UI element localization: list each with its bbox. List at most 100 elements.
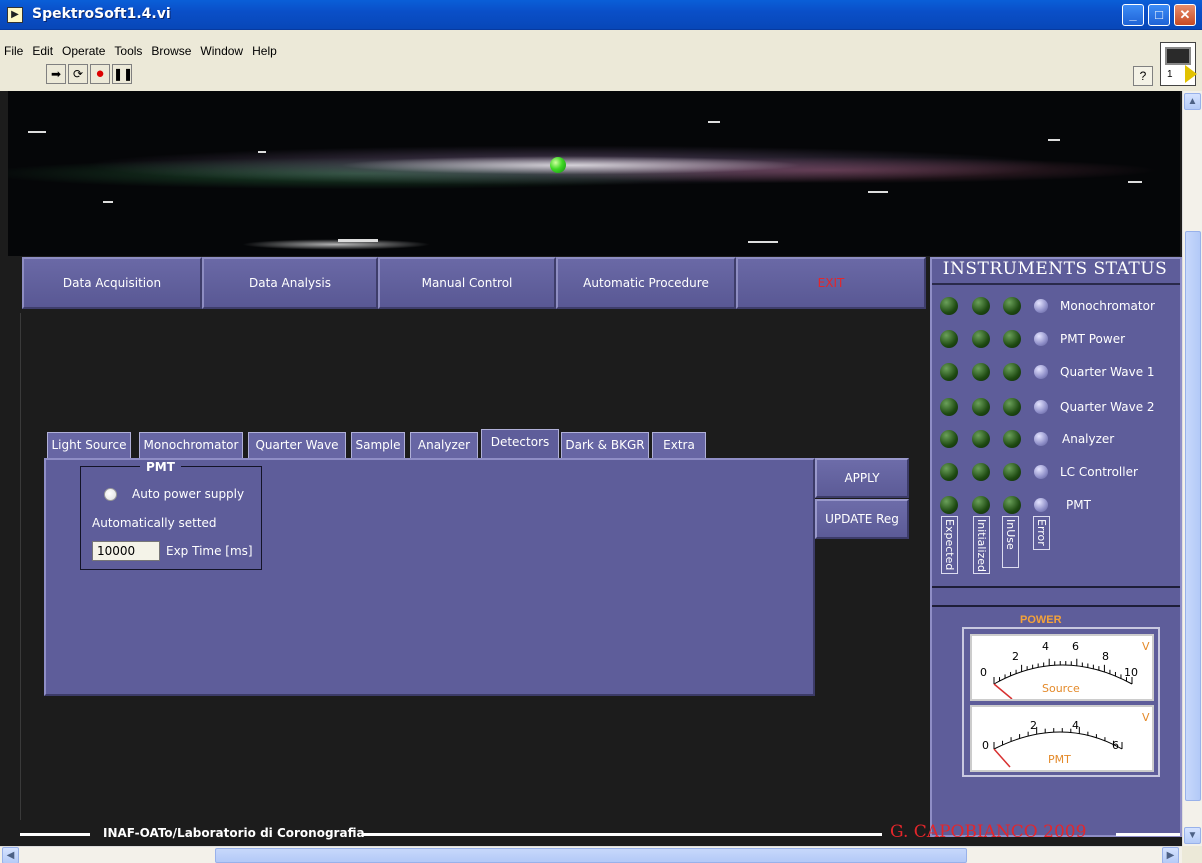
- status-divider: [932, 586, 1180, 588]
- automatic-procedure-button[interactable]: Automatic Procedure: [556, 257, 736, 309]
- menu-list: File Edit Operate Tools Browse Window He…: [4, 44, 277, 58]
- source-tick-label: 8: [1102, 650, 1109, 663]
- tab-quarter-wave[interactable]: Quarter Wave: [248, 432, 346, 458]
- abort-icon[interactable]: ●: [90, 64, 110, 84]
- toolbar: ➡ ⟳ ● ❚❚: [46, 64, 133, 84]
- vi-icon-number: 1: [1167, 69, 1173, 80]
- status-led-inuse: [1003, 297, 1021, 315]
- pmt-meter-label: PMT: [1048, 753, 1071, 766]
- apply-button[interactable]: APPLY: [815, 458, 909, 498]
- menu-edit[interactable]: Edit: [32, 44, 53, 58]
- source-tick-label: 6: [1072, 640, 1079, 653]
- status-led-expected: [940, 430, 958, 448]
- auto-power-radio[interactable]: [104, 488, 117, 501]
- exp-time-field[interactable]: 10000: [92, 541, 160, 561]
- manual-control-button[interactable]: Manual Control: [378, 257, 556, 309]
- source-voltage-meter: 0 2 4 6 8 10 V Source: [970, 634, 1154, 701]
- status-led-expected: [940, 496, 958, 514]
- status-led-error: [1034, 465, 1048, 479]
- minimize-button[interactable]: _: [1122, 4, 1144, 26]
- vertical-scroll-thumb[interactable]: [1185, 231, 1201, 801]
- instrument-label: Quarter Wave 2: [1060, 400, 1155, 414]
- instrument-label: LC Controller: [1060, 465, 1138, 479]
- auto-power-label: Auto power supply: [132, 487, 245, 501]
- pmt-tick-label: 4: [1072, 719, 1079, 732]
- menu-bar: File Edit Operate Tools Browse Window He…: [0, 30, 1202, 91]
- status-led-initialized: [972, 496, 990, 514]
- column-error-label: Error: [1033, 516, 1050, 550]
- status-led-error: [1034, 432, 1048, 446]
- menu-window[interactable]: Window: [200, 44, 243, 58]
- data-analysis-button[interactable]: Data Analysis: [202, 257, 378, 309]
- pmt-tick-label: 0: [982, 739, 989, 752]
- status-led-expected: [940, 330, 958, 348]
- status-led-error: [1034, 498, 1048, 512]
- labview-vi-icon: ▶: [7, 7, 23, 23]
- column-inuse-label: InUse: [1002, 516, 1019, 568]
- status-led-initialized: [972, 297, 990, 315]
- status-led-initialized: [972, 398, 990, 416]
- source-unit: V: [1142, 640, 1150, 653]
- exp-time-label: Exp Time [ms]: [166, 544, 253, 558]
- status-led-initialized: [972, 430, 990, 448]
- galaxy-banner-image: [8, 91, 1180, 256]
- footer-line: [1116, 833, 1180, 836]
- menu-browse[interactable]: Browse: [151, 44, 191, 58]
- horizontal-scrollbar[interactable]: ◀ ▶: [0, 846, 1182, 863]
- scroll-left-icon[interactable]: ◀: [2, 847, 19, 863]
- tab-monochromator[interactable]: Monochromator: [139, 432, 243, 458]
- instrument-label: Analyzer: [1062, 432, 1115, 446]
- tab-dark-bkgr[interactable]: Dark & BKGR: [561, 432, 649, 458]
- status-led-expected: [940, 363, 958, 381]
- source-tick-label: 2: [1012, 650, 1019, 663]
- tab-light-source[interactable]: Light Source: [47, 432, 131, 458]
- exit-button[interactable]: EXIT: [736, 257, 926, 309]
- data-acquisition-button[interactable]: Data Acquisition: [22, 257, 202, 309]
- status-led-expected: [940, 297, 958, 315]
- status-led-inuse: [1003, 398, 1021, 416]
- column-initialized-label: Initialized: [973, 516, 990, 574]
- tab-extra[interactable]: Extra: [652, 432, 706, 458]
- pause-icon[interactable]: ❚❚: [112, 64, 133, 84]
- status-led-expected: [940, 398, 958, 416]
- tab-analyzer[interactable]: Analyzer: [410, 432, 478, 458]
- update-reg-button[interactable]: UPDATE Reg: [815, 499, 909, 539]
- menu-help[interactable]: Help: [252, 44, 277, 58]
- horizontal-scroll-thumb[interactable]: [215, 848, 967, 863]
- instrument-label: PMT Power: [1060, 332, 1126, 346]
- maximize-button[interactable]: □: [1148, 4, 1170, 26]
- context-help-button[interactable]: ?: [1133, 66, 1153, 86]
- status-led-inuse: [1003, 430, 1021, 448]
- footer-line: [20, 833, 90, 836]
- status-led-error: [1034, 365, 1048, 379]
- run-arrow-icon[interactable]: ➡: [46, 64, 66, 84]
- instrument-label: PMT: [1066, 498, 1091, 512]
- tab-detectors[interactable]: Detectors: [481, 429, 559, 459]
- status-led-inuse: [1003, 496, 1021, 514]
- tab-sample[interactable]: Sample: [351, 432, 405, 458]
- vertical-scrollbar[interactable]: ▲ ▼: [1182, 91, 1202, 846]
- pmt-meter-dial: 0 2 4 6 V PMT: [982, 711, 1150, 768]
- source-tick-label: 0: [980, 666, 987, 679]
- status-led-inuse: [1003, 363, 1021, 381]
- scroll-up-icon[interactable]: ▲: [1184, 93, 1201, 110]
- source-tick-label: 10: [1124, 666, 1138, 679]
- title-bar: ▶ SpektroSoft1.4.vi _ □ ✕: [0, 0, 1202, 30]
- status-led-inuse: [1003, 330, 1021, 348]
- status-led-error: [1034, 299, 1048, 313]
- pmt-group-title: PMT: [140, 460, 181, 474]
- menu-file[interactable]: File: [4, 44, 23, 58]
- run-continuous-icon[interactable]: ⟳: [68, 64, 88, 84]
- footer-author-text: G. CAPOBIANCO 2009: [890, 822, 1087, 842]
- status-led-expected: [940, 463, 958, 481]
- scroll-right-icon[interactable]: ▶: [1162, 847, 1179, 863]
- scroll-down-icon[interactable]: ▼: [1184, 827, 1201, 844]
- menu-tools[interactable]: Tools: [114, 44, 142, 58]
- status-led-error: [1034, 400, 1048, 414]
- close-button[interactable]: ✕: [1174, 4, 1196, 26]
- resize-grip[interactable]: [1182, 846, 1202, 863]
- pmt-unit: V: [1142, 711, 1150, 724]
- menu-operate[interactable]: Operate: [62, 44, 105, 58]
- status-led-initialized: [972, 330, 990, 348]
- pmt-needle: [993, 748, 1011, 768]
